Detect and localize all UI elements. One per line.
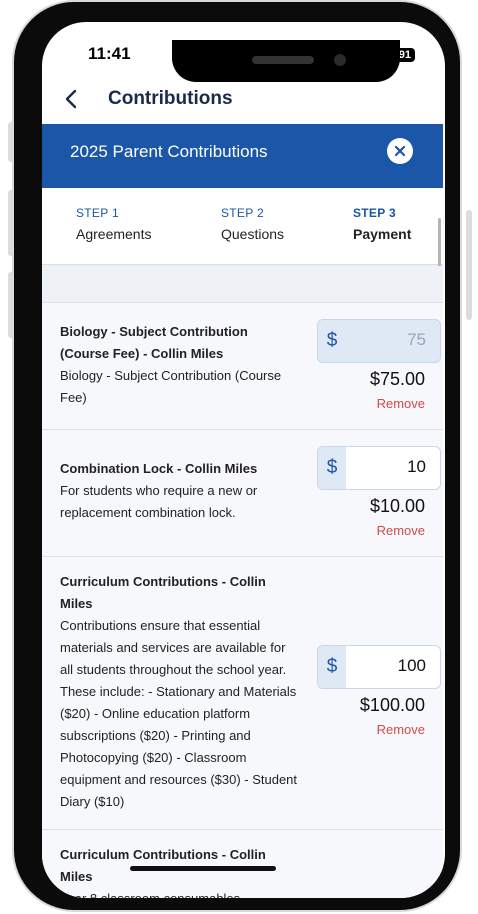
speaker — [252, 56, 314, 64]
amount-value: 10 — [407, 457, 426, 476]
item-name: Curriculum Contributions - Collin Miles — [60, 574, 266, 611]
item-text: Curriculum Contributions - Collin Miles … — [60, 571, 300, 813]
list-item: Curriculum Contributions - Collin Miles … — [42, 830, 443, 898]
remove-link[interactable]: Remove — [377, 396, 425, 411]
step-agreements[interactable]: STEP 1 Agreements — [76, 206, 151, 242]
amount-input[interactable]: $ 10 — [317, 446, 441, 490]
amount-value: 100 — [397, 656, 426, 675]
amount-input[interactable]: $ 75 — [317, 319, 441, 363]
contribution-list: Biology - Subject Contribution (Course F… — [42, 266, 443, 898]
item-subtotal: $10.00 — [369, 496, 425, 516]
currency-symbol: $ — [318, 320, 346, 362]
currency-symbol: $ — [318, 646, 346, 688]
list-spacer — [42, 266, 443, 303]
item-description: For students who require a new or replac… — [60, 483, 258, 520]
item-text: Curriculum Contributions - Collin Miles … — [60, 844, 300, 898]
close-icon — [394, 145, 406, 157]
item-subtotal: $100.00 — [359, 695, 425, 715]
header-title: 2025 Parent Contributions — [70, 142, 268, 161]
step-number: STEP 2 — [221, 206, 264, 220]
item-text: Biology - Subject Contribution (Course F… — [60, 321, 300, 409]
list-item: Biology - Subject Contribution (Course F… — [42, 303, 443, 430]
power-button — [466, 210, 472, 320]
item-description: Year 8 classroom consumables — [60, 888, 300, 898]
status-time: 11:41 — [88, 44, 131, 63]
mute-switch — [8, 122, 14, 162]
remove-link[interactable]: Remove — [377, 523, 425, 538]
item-name: Combination Lock - Collin Miles — [60, 461, 258, 476]
amount-input[interactable]: $ 100 — [317, 645, 441, 689]
back-chevron-icon[interactable] — [64, 88, 78, 117]
step-payment[interactable]: STEP 3 Payment — [353, 206, 411, 242]
item-text: Combination Lock - Collin Miles For stud… — [60, 458, 300, 524]
step-questions[interactable]: STEP 2 Questions — [221, 206, 284, 242]
phone-screen: 11:41 91 Contributions 2025 Parent Contr… — [42, 22, 445, 898]
page-title: Contributions — [108, 88, 233, 109]
step-indicator: STEP 1 Agreements STEP 2 Questions STEP … — [42, 192, 443, 265]
item-subtotal: $75.00 — [369, 369, 425, 389]
step-label: Agreements — [76, 226, 152, 242]
volume-down-button — [8, 272, 14, 338]
step-label: Questions — [221, 226, 285, 242]
scrollbar[interactable] — [438, 218, 441, 270]
amount-value: 75 — [407, 330, 426, 349]
front-camera — [334, 54, 346, 66]
close-button[interactable] — [387, 138, 413, 164]
step-number: STEP 3 — [353, 206, 396, 220]
item-description: Contributions ensure that essential mate… — [60, 618, 298, 809]
home-indicator[interactable] — [130, 866, 276, 871]
step-number: STEP 1 — [76, 206, 119, 220]
notch — [172, 40, 400, 82]
step-label: Payment — [353, 226, 412, 242]
volume-up-button — [8, 190, 14, 256]
remove-link[interactable]: Remove — [377, 722, 425, 737]
navbar: Contributions — [42, 82, 445, 124]
item-description: Biology - Subject Contribution (Course F… — [60, 368, 282, 405]
list-item: Combination Lock - Collin Miles For stud… — [42, 430, 443, 557]
item-name: Biology - Subject Contribution (Course F… — [60, 324, 248, 361]
contribution-header: 2025 Parent Contributions — [42, 124, 443, 188]
list-item: Curriculum Contributions - Collin Miles … — [42, 557, 443, 830]
currency-symbol: $ — [318, 447, 346, 489]
